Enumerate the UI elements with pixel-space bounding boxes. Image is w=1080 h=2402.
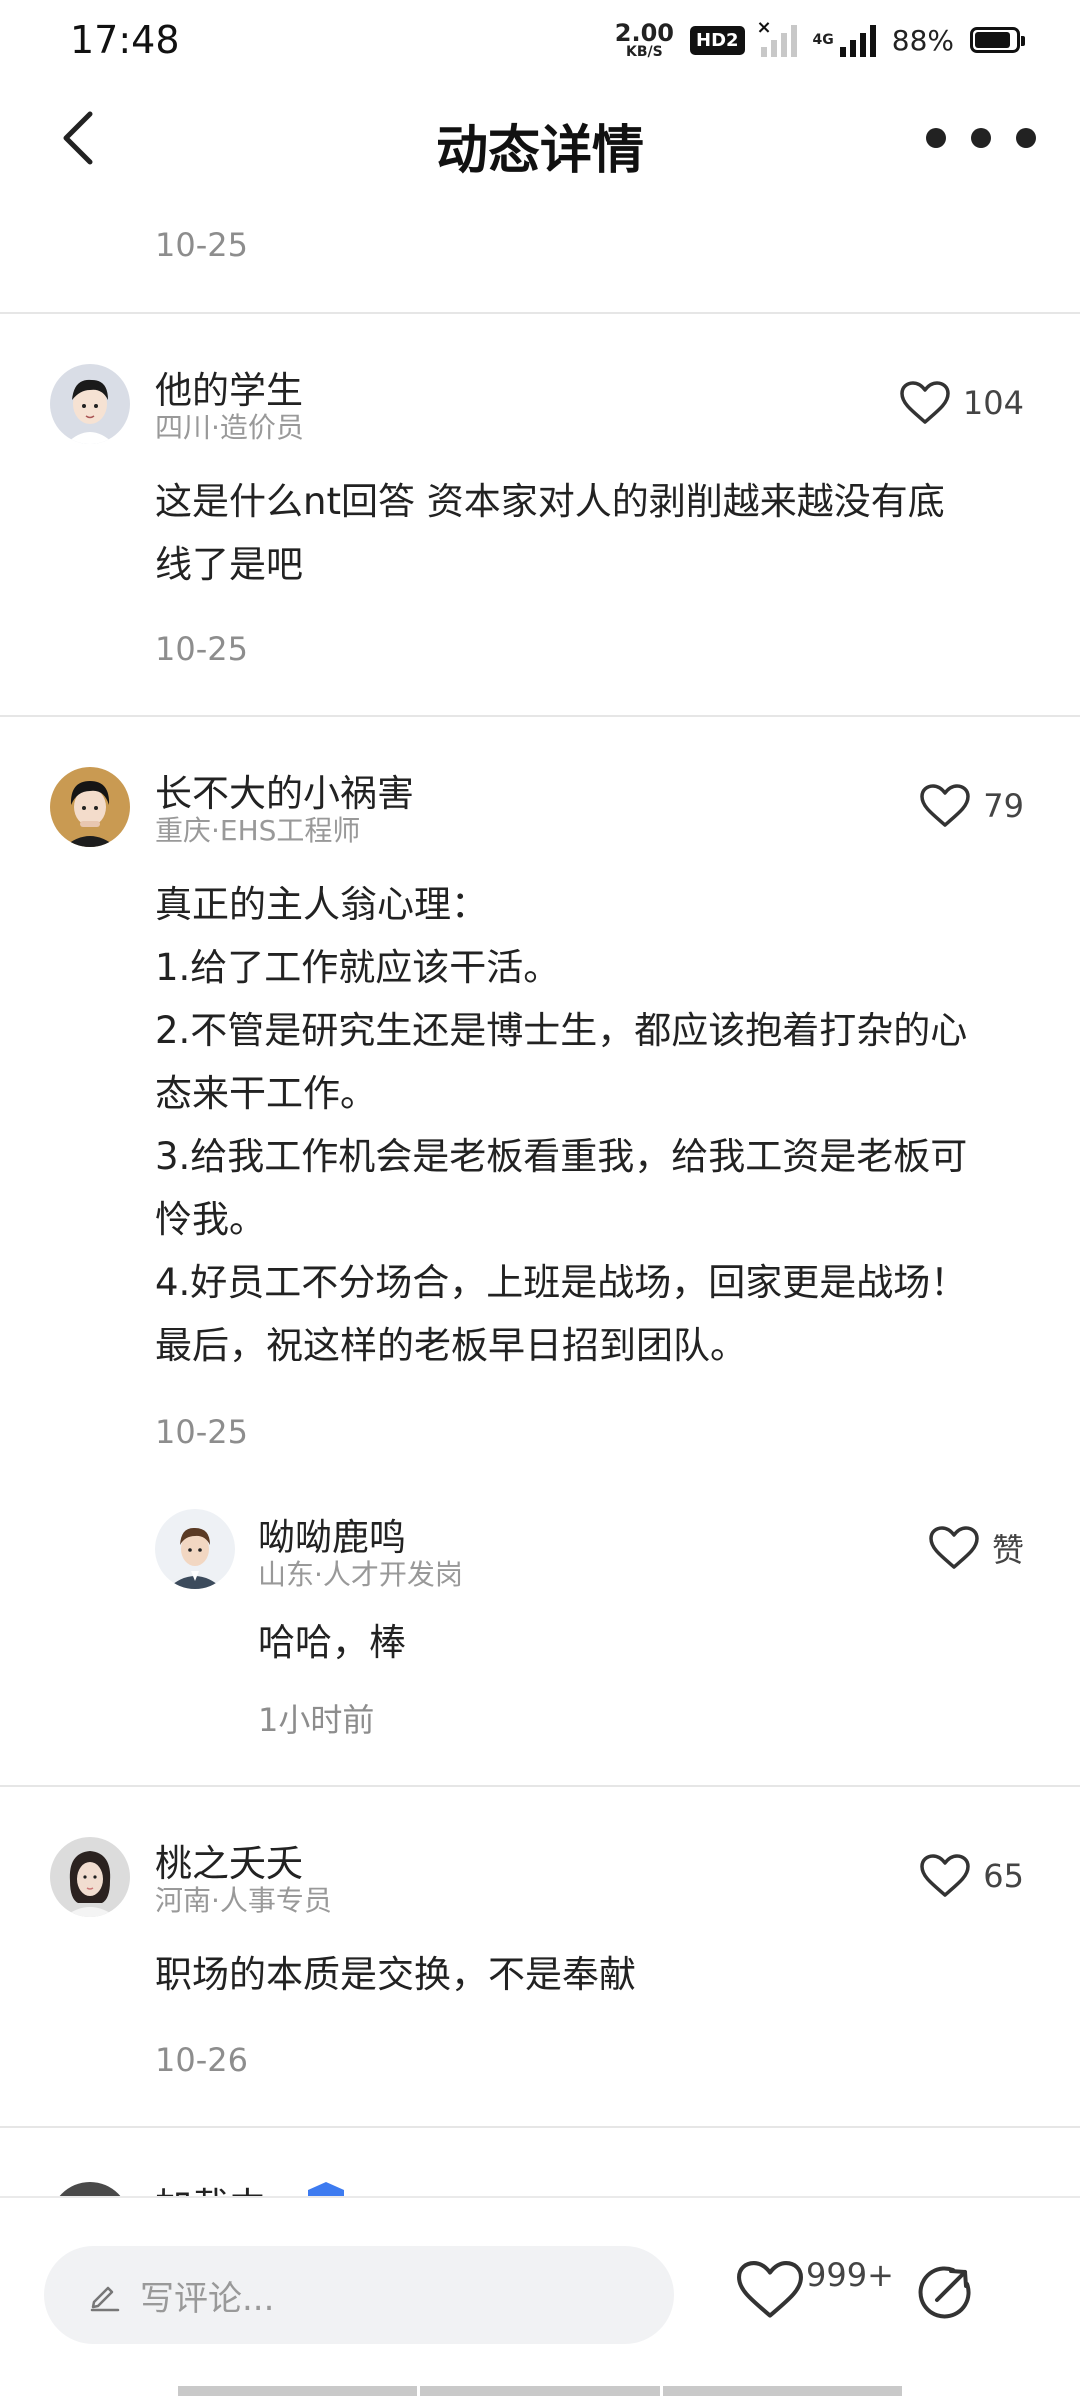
comment-date: 10-25 (155, 226, 248, 264)
heart-icon (920, 784, 971, 827)
net-speed-unit: KB/S (626, 44, 663, 60)
comment-item: 加载中 (0, 2128, 1080, 2200)
comment-date: 10-25 (155, 1413, 248, 1451)
heart-icon (900, 381, 950, 424)
like-button[interactable]: 65 (919, 1853, 1024, 1899)
share-button[interactable] (915, 2262, 975, 2322)
nav-bar: 动态详情 (0, 80, 1080, 200)
like-count: 104 (962, 384, 1024, 422)
battery-percent: 88% (891, 23, 954, 57)
comment-item: 桃之夭夭 河南·人事专员 65 职场的本质是交换，不是奉献 10-26 (0, 1787, 1080, 2127)
comment-text-line: 线了是吧 (155, 543, 303, 586)
signal-sim2-icon (839, 23, 876, 57)
signal-sim1-icon: × (757, 17, 797, 57)
pencil-icon (90, 2286, 120, 2312)
avatar[interactable] (50, 767, 130, 847)
comment-text-line: 1.给了工作就应该干活。 (155, 946, 561, 989)
more-dot-icon (971, 128, 991, 148)
avatar-cartoon-boy-icon (50, 767, 130, 847)
comment-text-line: 这是什么nt回答 资本家对人的剥削越来越没有底 (155, 480, 945, 523)
battery-icon (970, 27, 1025, 53)
heart-icon (737, 2261, 803, 2318)
avatar[interactable] (50, 1837, 130, 1917)
comment-author-meta: 重庆·EHS工程师 (155, 814, 361, 847)
reply-item: 呦呦鹿鸣 山东·人才开发岗 赞 哈哈，棒 1小时前 (0, 1497, 1080, 1739)
avatar[interactable] (50, 364, 130, 444)
like-count: 79 (983, 787, 1024, 825)
comment-date: 10-25 (155, 630, 248, 668)
comment-text-line: 怜我。 (155, 1198, 266, 1241)
more-options-button[interactable] (926, 124, 1036, 152)
reply-text: 哈哈，棒 (258, 1621, 406, 1664)
network-type-label: 4G (812, 32, 834, 48)
avatar-man-suit-icon (155, 1509, 235, 1589)
comment-item: 他的学生 四川·造价员 104 这是什么nt回答 资本家对人的剥削越来越没有底 … (0, 314, 1080, 714)
comment-input[interactable]: 写评论... (44, 2246, 674, 2344)
comment-input-placeholder: 写评论... (140, 2278, 275, 2319)
reply-author-meta: 山东·人才开发岗 (258, 1558, 463, 1591)
post-like-button[interactable] (735, 2258, 805, 2322)
reply-like-button[interactable]: 赞 (928, 1525, 1024, 1571)
comment-date: 10-26 (155, 2041, 248, 2079)
comment-author-meta: 河南·人事专员 (155, 1884, 332, 1917)
page-title: 动态详情 (435, 121, 644, 181)
battery-level-fill (975, 32, 1011, 48)
heart-icon (929, 1526, 979, 1569)
status-icons: 2.00 KB/S HD2 × 4G 88% (615, 17, 1025, 62)
like-button[interactable]: 104 (899, 380, 1024, 426)
avatar-cartoon-boy-icon (50, 364, 130, 444)
comment-author-meta: 四川·造价员 (155, 411, 304, 444)
comment-text: 这是什么nt回答 资本家对人的剥削越来越没有底 线了是吧 (155, 470, 1035, 596)
heart-icon (920, 1854, 971, 1897)
reply-time: 1小时前 (258, 1701, 375, 1739)
comment-text-line: 4.好员工不分场合，上班是战场，回家更是战场！ (155, 1261, 968, 1304)
status-bar: 17:48 2.00 KB/S HD2 × 4G 88% (0, 0, 1080, 80)
reply-like-label: 赞 (991, 1531, 1024, 1569)
comment-text-line: 3.给我工作机会是老板看重我，给我工资是老板可 (155, 1135, 968, 1178)
comment-text: 真正的主人翁心理： 1.给了工作就应该干活。 2.不管是研究生还是博士生，都应该… (155, 873, 1035, 1377)
like-count: 65 (983, 1857, 1024, 1895)
status-time: 17:48 (70, 18, 180, 62)
comment-text-line: 最后，祝这样的老板早日招到团队。 (155, 1324, 747, 1367)
avatar[interactable] (155, 1509, 235, 1589)
hd-voice-icon: HD2 (690, 25, 745, 55)
comment-text-line: 职场的本质是交换，不是奉献 (155, 1953, 636, 1996)
net-speed-indicator: 2.00 KB/S (615, 21, 674, 59)
net-speed-value: 2.00 (614, 19, 674, 47)
comment-feed[interactable]: 10-25 他的学生 四川·造价员 104 这是什么nt回答 资本家对人的剥削越… (0, 200, 1080, 2200)
more-dot-icon (926, 128, 946, 148)
avatar-woman-photo-icon (50, 1837, 130, 1917)
like-button[interactable]: 79 (919, 783, 1024, 829)
comment-text: 职场的本质是交换，不是奉献 (155, 1943, 1035, 2006)
comment-text-line: 态来干工作。 (155, 1072, 377, 1115)
bottom-action-bar: 写评论... 999+ (0, 2196, 1080, 2402)
post-like-count: 999+ (806, 2256, 894, 2294)
comment-text-line: 2.不管是研究生还是博士生，都应该抱着打杂的心 (155, 1009, 968, 1052)
share-icon (918, 2266, 971, 2319)
comment-text-line: 真正的主人翁心理： (155, 883, 488, 926)
more-dot-icon (1016, 128, 1036, 148)
home-indicator[interactable] (178, 2386, 902, 2396)
